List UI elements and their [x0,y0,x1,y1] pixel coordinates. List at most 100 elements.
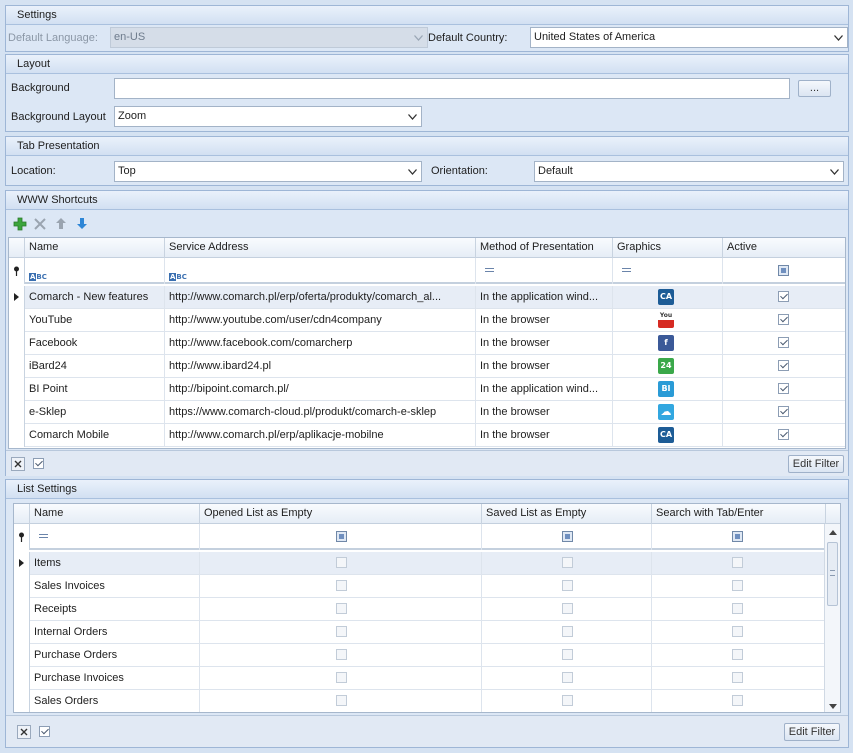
clear-filter-icon[interactable] [17,725,31,739]
name-cell[interactable]: Facebook [25,332,165,355]
graphics-cell[interactable]: f [613,332,723,355]
opened-list-as-empty-cell[interactable] [200,667,482,690]
active-cell[interactable] [723,355,845,378]
search-with-tab-enter-cell[interactable] [652,575,826,598]
address-cell[interactable]: http://www.comarch.pl/erp/aplikacje-mobi… [165,424,476,447]
scroll-up-icon[interactable] [829,530,837,535]
table-row[interactable]: YouTube http://www.youtube.com/user/cdn4c… [9,309,845,332]
table-row[interactable]: Facebook http://www.facebook.com/comarche… [9,332,845,355]
browse-background-button[interactable]: ... [798,80,831,97]
background-input[interactable] [114,78,790,99]
search-with-tab-enter-checkbox[interactable] [732,580,743,591]
name-cell[interactable]: iBard24 [25,355,165,378]
name-cell[interactable]: Comarch Mobile [25,424,165,447]
name-cell[interactable]: Comarch - New features [25,286,165,309]
address-cell[interactable]: http://www.facebook.com/comarcherp [165,332,476,355]
table-row[interactable]: Comarch Mobile http://www.comarch.pl/erp/… [9,424,845,447]
name-cell[interactable]: YouTube [25,309,165,332]
active-filter-cell[interactable] [723,258,845,284]
scroll-down-icon[interactable] [829,704,837,709]
filter-enabled-checkbox[interactable] [33,458,44,469]
column-header-graphics[interactable]: Graphics [613,238,723,258]
chevron-down-icon[interactable] [408,169,417,175]
name-cell[interactable]: Internal Orders [30,621,200,644]
address-cell[interactable]: http://www.youtube.com/user/cdn4company [165,309,476,332]
graphics-cell[interactable]: CA [613,424,723,447]
opened-list-as-empty-checkbox[interactable] [336,649,347,660]
table-row[interactable]: Sales Invoices [14,575,826,598]
saved-list-as-empty-cell[interactable] [482,667,652,690]
saved-filter-checkbox[interactable] [562,531,573,542]
saved-list-as-empty-cell[interactable] [482,644,652,667]
opened-list-as-empty-checkbox[interactable] [336,672,347,683]
active-checkbox[interactable] [778,291,789,302]
opened-list-as-empty-cell[interactable] [200,598,482,621]
move-down-icon[interactable] [76,217,88,230]
opened-list-as-empty-cell[interactable] [200,552,482,575]
filter-enabled-checkbox[interactable] [39,726,50,737]
saved-list-as-empty-checkbox[interactable] [562,649,573,660]
chevron-down-icon[interactable] [408,114,417,120]
search-with-tab-enter-checkbox[interactable] [732,695,743,706]
row-indicator[interactable] [9,424,25,447]
name-cell[interactable]: Sales Invoices [30,575,200,598]
name-filter-cell[interactable] [30,524,200,550]
name-cell[interactable]: Sales Orders [30,690,200,712]
opened-list-as-empty-checkbox[interactable] [336,580,347,591]
graphics-cell[interactable]: 24 [613,355,723,378]
search-with-tab-enter-checkbox[interactable] [732,603,743,614]
name-cell[interactable]: BI Point [25,378,165,401]
search-with-tab-enter-cell[interactable] [652,552,826,575]
column-header-opened-list-as-empty[interactable]: Opened List as Empty [200,504,482,524]
active-cell[interactable] [723,401,845,424]
graphics-cell[interactable]: CA [613,286,723,309]
search-with-tab-enter-cell[interactable] [652,667,826,690]
opened-list-as-empty-cell[interactable] [200,644,482,667]
delete-icon[interactable] [34,218,46,230]
search-with-tab-enter-cell[interactable] [652,690,826,712]
active-checkbox[interactable] [778,337,789,348]
scrollbar-thumb[interactable] [827,542,838,606]
saved-list-as-empty-checkbox[interactable] [562,626,573,637]
opened-list-as-empty-cell[interactable] [200,690,482,712]
search-filter-checkbox[interactable] [732,531,743,542]
row-indicator[interactable] [9,355,25,378]
row-indicator[interactable] [14,598,30,621]
row-indicator[interactable] [9,309,25,332]
graphics-cell[interactable]: You [613,309,723,332]
opened-list-as-empty-checkbox[interactable] [336,695,347,706]
row-indicator[interactable] [14,621,30,644]
method-cell[interactable]: In the browser [476,401,613,424]
row-indicator[interactable] [9,332,25,355]
row-indicator[interactable] [14,667,30,690]
method-cell[interactable]: In the browser [476,424,613,447]
clear-filter-icon[interactable] [11,457,25,471]
saved-list-as-empty-checkbox[interactable] [562,672,573,683]
saved-list-as-empty-checkbox[interactable] [562,603,573,614]
method-filter-cell[interactable] [476,258,613,284]
saved-list-as-empty-checkbox[interactable] [562,580,573,591]
graphics-cell[interactable]: ☁ [613,401,723,424]
row-indicator[interactable] [9,401,25,424]
edit-filter-button[interactable]: Edit Filter [784,723,840,741]
orientation-select[interactable]: Default [534,161,844,182]
search-with-tab-enter-checkbox[interactable] [732,626,743,637]
active-cell[interactable] [723,286,845,309]
saved-list-as-empty-cell[interactable] [482,552,652,575]
table-row[interactable]: iBard24 http://www.ibard24.pl In the brows… [9,355,845,378]
address-cell[interactable]: http://www.ibard24.pl [165,355,476,378]
active-cell[interactable] [723,309,845,332]
active-checkbox[interactable] [778,406,789,417]
table-row[interactable]: Receipts [14,598,826,621]
opened-list-as-empty-checkbox[interactable] [336,626,347,637]
chevron-down-icon[interactable] [834,35,843,41]
column-header-service-address[interactable]: Service Address [165,238,476,258]
saved-list-as-empty-cell[interactable] [482,690,652,712]
address-cell[interactable]: http://bipoint.comarch.pl/ [165,378,476,401]
table-row[interactable]: Items [14,552,826,575]
column-header-active[interactable]: Active [723,238,845,258]
search-with-tab-enter-checkbox[interactable] [732,649,743,660]
search-with-tab-enter-checkbox[interactable] [732,672,743,683]
background-layout-select[interactable]: Zoom [114,106,422,127]
active-checkbox[interactable] [778,383,789,394]
